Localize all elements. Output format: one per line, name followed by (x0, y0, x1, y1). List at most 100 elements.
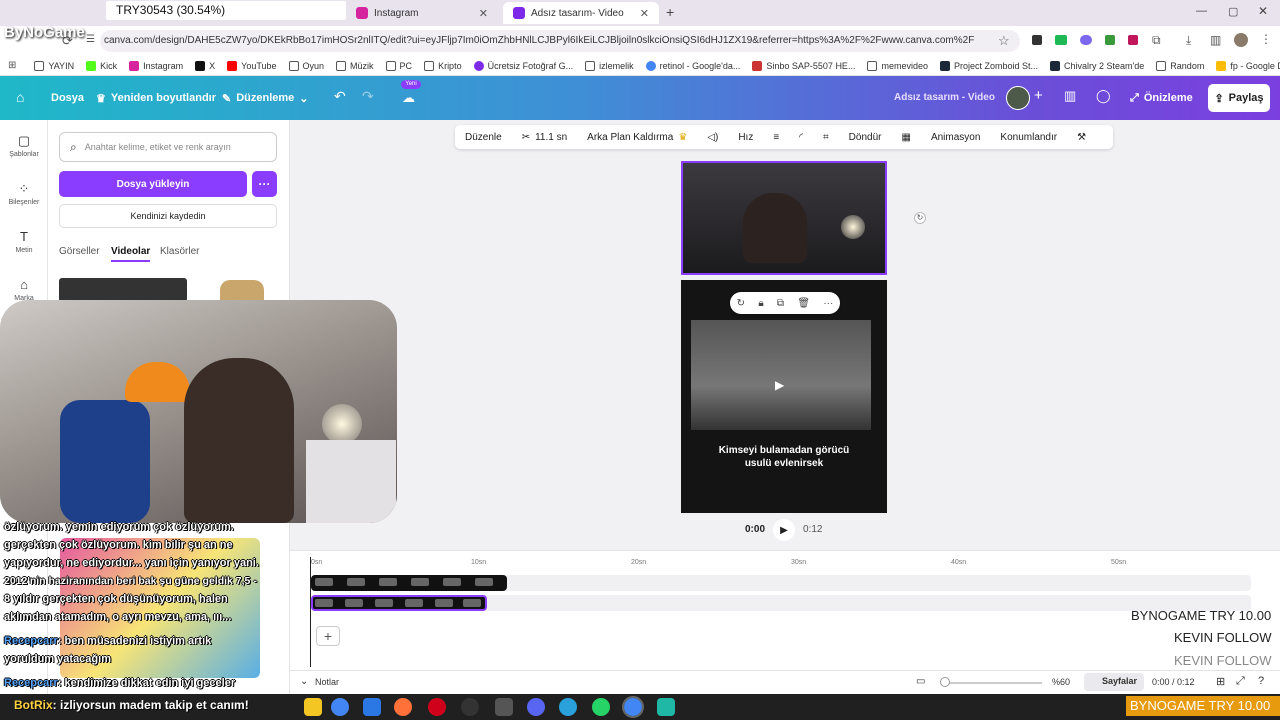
fit-icon[interactable]: ▭ (916, 676, 925, 687)
telegram-icon[interactable] (559, 698, 577, 716)
bookmark[interactable]: Müzik (330, 60, 380, 71)
timeline-clip[interactable] (311, 575, 507, 591)
rail-item-elements[interactable]: ⁘ Bileşenler (0, 182, 48, 207)
bookmark[interactable]: memevideo (861, 60, 934, 71)
cloud-sync-icon[interactable]: ☁ (402, 90, 415, 106)
playhead[interactable] (310, 557, 311, 667)
rail-item-brand[interactable]: ⌂ Marka (0, 278, 48, 303)
add-page-button[interactable]: + (316, 626, 340, 646)
resize-button[interactable]: ♛ Yeniden boyutlandır (96, 88, 216, 108)
help-icon[interactable]: ? (1258, 675, 1264, 687)
record-yourself-button[interactable]: Kendinizi kaydedin (59, 204, 277, 228)
bookmark[interactable]: Ücretsiz Fotoğraf G... (468, 60, 580, 71)
rotate-handle-icon[interactable]: ↻ (914, 212, 926, 224)
video-thumbnail[interactable] (59, 278, 187, 302)
bookmark[interactable]: YouTube (221, 60, 282, 71)
minimize-icon[interactable]: — (1196, 5, 1207, 17)
refresh-icon[interactable]: ↻ (737, 298, 745, 309)
corner-button[interactable]: ◜ (789, 132, 813, 143)
preview-button[interactable]: ⤢ Önizleme (1130, 88, 1193, 108)
file-menu-button[interactable]: Dosya (51, 88, 84, 108)
notes-icon[interactable]: ⌄ (300, 676, 308, 687)
fullscreen-icon[interactable]: ⤢ (1236, 675, 1245, 688)
maximize-icon[interactable]: ▢ (1228, 5, 1238, 18)
new-tab-icon[interactable]: + (666, 4, 674, 20)
bookmark[interactable]: fp - Google Drive (1210, 60, 1280, 71)
notes-button[interactable]: Notlar (315, 677, 339, 687)
tab-folders[interactable]: Klasörler (160, 246, 199, 257)
user-avatar[interactable] (1006, 86, 1030, 110)
bookmark[interactable]: Chivalry 2 Steam'de (1044, 60, 1150, 71)
discord-icon[interactable] (527, 698, 545, 716)
tab-canva[interactable]: Adsız tasarım- Video ✕ (503, 2, 659, 24)
bookmark-star-icon[interactable]: ☆ (998, 33, 1010, 49)
share-button[interactable]: ⇪ Paylaş (1208, 84, 1270, 112)
url-field[interactable]: canva.com/design/DAHE5cZW7yo/DKEkRbBo17i… (100, 30, 1020, 52)
edit-button[interactable]: Düzenle (455, 132, 512, 143)
play-overlay-icon[interactable]: ▶ (775, 378, 784, 392)
extension-icon[interactable] (1080, 35, 1092, 45)
zoom-slider-handle[interactable] (940, 677, 950, 687)
play-button[interactable]: ▶ (773, 519, 795, 541)
extension-icon[interactable] (1032, 35, 1042, 45)
undo-icon[interactable]: ↶ (334, 88, 346, 105)
comment-icon[interactable]: ◯ (1096, 88, 1111, 104)
close-icon[interactable]: ✕ (640, 7, 649, 20)
timeline-clip-selected[interactable] (311, 595, 487, 611)
home-icon[interactable]: ⌂ (16, 89, 24, 105)
extension-icon[interactable] (1105, 35, 1115, 45)
position-button[interactable]: Konumlandır (990, 132, 1067, 143)
bookmark[interactable]: Kripto (418, 60, 468, 71)
bookmark[interactable]: Kick (80, 60, 123, 71)
zoom-slider[interactable] (940, 682, 1042, 684)
tab-videos[interactable]: Videolar (111, 246, 151, 262)
bookmark[interactable]: PC (380, 60, 419, 71)
extension-icon[interactable] (1128, 35, 1138, 45)
app-icon[interactable] (657, 698, 675, 716)
bookmark[interactable]: Instagram (123, 60, 189, 71)
mail-icon[interactable] (363, 698, 381, 716)
more-options-button[interactable]: ··· (252, 171, 277, 197)
trim-button[interactable]: ✂ 11.1 sn (512, 132, 577, 143)
more-icon[interactable]: ··· (823, 298, 833, 309)
video-clip[interactable]: ▶ Kimseyi bulamadan görücü usulü evlenir… (681, 280, 887, 513)
animation-button[interactable]: Animasyon (921, 132, 990, 143)
apps-icon[interactable]: ⊞ (8, 60, 16, 71)
rail-item-text[interactable]: T Metin (0, 230, 48, 255)
bookmark[interactable]: retinol - Google'da... (640, 60, 747, 71)
upload-files-button[interactable]: Dosya yükleyin (59, 171, 247, 197)
bg-remove-button[interactable]: Arka Plan Kaldırma ♛ (577, 132, 697, 143)
site-info-icon[interactable]: ☰ (86, 34, 95, 45)
document-title[interactable]: Adsız tasarım - Video (894, 92, 995, 103)
close-icon[interactable]: ✕ (479, 7, 488, 20)
transparency-button[interactable]: ▦ (891, 132, 920, 143)
app-icon[interactable] (495, 698, 513, 716)
edit-mode-button[interactable]: ✎ Düzenleme ⌄ (222, 88, 309, 108)
extensions-puzzle-icon[interactable]: ⧉ (1152, 33, 1161, 48)
volume-button[interactable]: ◁) (697, 132, 728, 143)
add-collaborator-icon[interactable]: + (1034, 87, 1043, 104)
pages-button[interactable]: Sayfalar (1084, 673, 1144, 691)
crop-button[interactable]: ⌗ (813, 132, 839, 143)
bookmark[interactable]: Oyun (283, 60, 331, 71)
sidebar-icon[interactable]: ▥ (1210, 33, 1221, 47)
chrome-icon[interactable] (331, 698, 349, 716)
bookmark[interactable]: Sinbo SAP-5507 HE... (746, 60, 861, 71)
lines-button[interactable]: ≡ (763, 132, 789, 143)
bookmark[interactable]: Random (1150, 60, 1210, 71)
bookmark[interactable]: X (189, 60, 221, 71)
download-icon[interactable]: ⤓ (1186, 33, 1191, 48)
analytics-icon[interactable]: ▥ (1064, 88, 1076, 104)
trash-icon[interactable]: 🗑︎ (797, 298, 810, 309)
video-clip-selected[interactable] (681, 161, 887, 275)
opera-icon[interactable] (428, 698, 446, 716)
bookmark[interactable]: izlemelik (579, 60, 640, 71)
bookmark[interactable]: Project Zomboid St... (934, 60, 1044, 71)
video-thumbnail[interactable] (220, 280, 264, 302)
copy-style-button[interactable]: ⚒ (1067, 132, 1096, 143)
search-input[interactable]: ⌕ Anahtar kelime, etiket ve renk arayın (59, 132, 277, 162)
firefox-icon[interactable] (394, 698, 412, 716)
rail-item-templates[interactable]: ▢ Şablonlar (0, 134, 48, 159)
whatsapp-icon[interactable] (592, 698, 610, 716)
extension-icon[interactable] (1055, 35, 1067, 45)
